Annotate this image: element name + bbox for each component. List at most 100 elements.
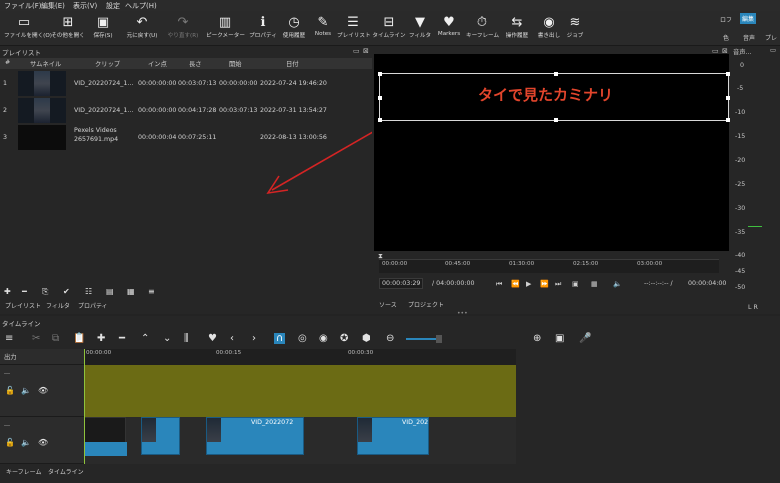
ruler-tick: 02:15:00: [573, 261, 599, 267]
video-track-1[interactable]: VID_2022072 VID_202: [84, 417, 516, 464]
peak-indicator: [748, 226, 762, 227]
menu-icon[interactable]: ≡: [5, 333, 13, 344]
lock-icon[interactable]: 🔓: [5, 386, 15, 395]
scrub-icon[interactable]: ◎: [298, 333, 307, 344]
player-ruler[interactable]: 00:00:00 00:45:00 01:30:00 02:15:00 03:0…: [379, 259, 719, 273]
tab-keyframes[interactable]: キーフレーム: [6, 467, 41, 476]
ripple-markers-icon[interactable]: ⬢: [362, 333, 371, 344]
output-header: 出力: [0, 349, 84, 365]
player-tabs: ソース プロジェクト: [372, 300, 730, 310]
meter-tick: -20: [735, 157, 746, 164]
zoom-out-icon[interactable]: ⊖: [386, 333, 394, 344]
tab-timeline[interactable]: タイムライン: [48, 467, 84, 476]
player-panel: ▭ ⊠ タイで見たカミナリ ⧗ 00:00:00 00:45:00 01:30:…: [372, 46, 730, 317]
resize-handle[interactable]: [378, 72, 382, 76]
rewind-icon[interactable]: ⏪: [511, 280, 520, 288]
current-time[interactable]: 00:00:03:29: [379, 278, 424, 289]
skip-start-icon[interactable]: ⏮: [496, 280, 502, 289]
ruler-tick: 01:30:00: [509, 261, 535, 267]
paste-icon[interactable]: 📋: [73, 333, 85, 344]
resize-handle[interactable]: [378, 96, 382, 100]
ruler-tick: 00:45:00: [445, 261, 471, 267]
ruler-tick: 03:00:00: [637, 261, 663, 267]
grid-icon[interactable]: ▦: [591, 280, 598, 288]
next-marker-icon[interactable]: ›: [252, 333, 256, 344]
meter-title: 音声...: [733, 49, 752, 56]
meter-tick: -25: [735, 181, 746, 188]
meter-tick: -50: [735, 284, 746, 291]
skip-end-icon[interactable]: ⏭: [555, 280, 561, 289]
meter-channels: L R: [748, 304, 758, 311]
output-label: 出力: [4, 354, 17, 361]
video-screen[interactable]: タイで見たカミナリ: [374, 54, 730, 251]
playhead[interactable]: [84, 349, 85, 464]
meter-tick: -15: [735, 133, 746, 140]
tab-source[interactable]: ソース: [379, 300, 397, 309]
resize-handle[interactable]: [554, 118, 558, 122]
meter-tick: 0: [740, 62, 745, 69]
play-icon[interactable]: ▶: [526, 280, 531, 288]
ruler-tick: 00:00:00: [86, 350, 112, 356]
resize-handle[interactable]: [554, 72, 558, 76]
audio-meter-panel: 音声... ▭ 0 -5 -10 -15 -20 -25 -30 -35 -40…: [730, 46, 780, 314]
timeline-ruler[interactable]: 00:00:00 00:00:15 00:00:30: [84, 349, 516, 365]
end-time: 00:00:04:00: [688, 280, 727, 287]
zoom-in-icon[interactable]: ⊕: [533, 333, 541, 344]
timeline-tabs: キーフレーム タイムライン: [0, 467, 200, 477]
fast-forward-icon[interactable]: ⏩: [540, 280, 549, 288]
record-audio-icon[interactable]: 🎤: [579, 333, 591, 344]
eye-icon[interactable]: 👁: [38, 386, 48, 395]
total-time: / 04:00:00:00: [432, 280, 475, 287]
snap-icon[interactable]: ∩: [274, 333, 286, 344]
tab-project[interactable]: プロジェクト: [408, 300, 444, 309]
meter-tick: -40: [735, 252, 746, 259]
clip-thumbnail: [358, 418, 372, 442]
lift-icon[interactable]: ⌃: [141, 333, 149, 344]
eye-icon[interactable]: 👁: [38, 438, 48, 447]
meter-tick: -5: [737, 85, 744, 92]
zoom-fit-icon[interactable]: ▣: [555, 333, 564, 344]
mute-icon[interactable]: 🔈: [21, 438, 31, 447]
transport-bar: 00:00:03:29 / 04:00:00:00 ⏮ ⏪ ▶ ⏩ ⏭ ▣ ▦ …: [372, 278, 730, 292]
clip-label: VID_202: [402, 419, 429, 426]
meter-tick: -45: [735, 268, 746, 275]
ripple-icon[interactable]: ◉: [319, 333, 328, 344]
timeline-clip[interactable]: [84, 417, 127, 456]
clip-waveform: [85, 442, 127, 456]
ruler-tick: 00:00:00: [382, 261, 408, 267]
title-overlay-text: タイで見たカミナリ: [478, 86, 614, 104]
prev-marker-icon[interactable]: ‹: [230, 333, 234, 344]
meter-tick: -30: [735, 205, 746, 212]
mute-icon[interactable]: 🔈: [21, 386, 31, 395]
timeline-clip[interactable]: VID_2022072: [206, 417, 304, 455]
volume-icon[interactable]: 🔈: [613, 280, 622, 288]
meter-tick: -10: [735, 109, 746, 116]
append-icon[interactable]: ✚: [97, 333, 105, 344]
ripple-all-icon[interactable]: ✪: [340, 333, 348, 344]
copy-icon[interactable]: ⧉: [52, 333, 59, 344]
overwrite-icon[interactable]: ⌄: [163, 333, 171, 344]
track-header-v2: … 🔓 🔈 👁: [0, 365, 84, 417]
zoom-icon[interactable]: ▣: [572, 280, 579, 288]
timeline-clip[interactable]: VID_202: [357, 417, 429, 455]
clip-thumbnail: [142, 418, 156, 442]
track-header-v1: … 🔓 🔈 👁: [0, 417, 84, 464]
video-track-2[interactable]: [84, 365, 516, 417]
marker-icon[interactable]: ♥: [208, 333, 217, 344]
track-name[interactable]: …: [4, 421, 10, 428]
timeline-title: タイムライン: [2, 320, 41, 328]
cut-icon[interactable]: ✂: [32, 333, 40, 344]
arrowhead-left: [266, 175, 289, 195]
track-name[interactable]: …: [4, 369, 10, 376]
resize-handle[interactable]: [378, 118, 382, 122]
split-icon[interactable]: ⫼: [184, 333, 189, 344]
zoom-slider-handle[interactable]: [436, 335, 442, 343]
float-icon[interactable]: ▭: [770, 47, 776, 54]
meter-tick: -35: [735, 229, 746, 236]
timeline-panel: タイムライン ≡ ✂ ⧉ 📋 ✚ ━ ⌃ ⌄ ⫼ ♥ ‹ › ∩ ◎ ◉ ✪ ⬢…: [0, 316, 780, 483]
ruler-tick: 00:00:30: [348, 350, 374, 356]
clip-thumbnail: [207, 418, 221, 442]
lock-icon[interactable]: 🔓: [5, 438, 15, 447]
remove-icon[interactable]: ━: [119, 333, 125, 344]
timeline-clip[interactable]: [141, 417, 180, 455]
